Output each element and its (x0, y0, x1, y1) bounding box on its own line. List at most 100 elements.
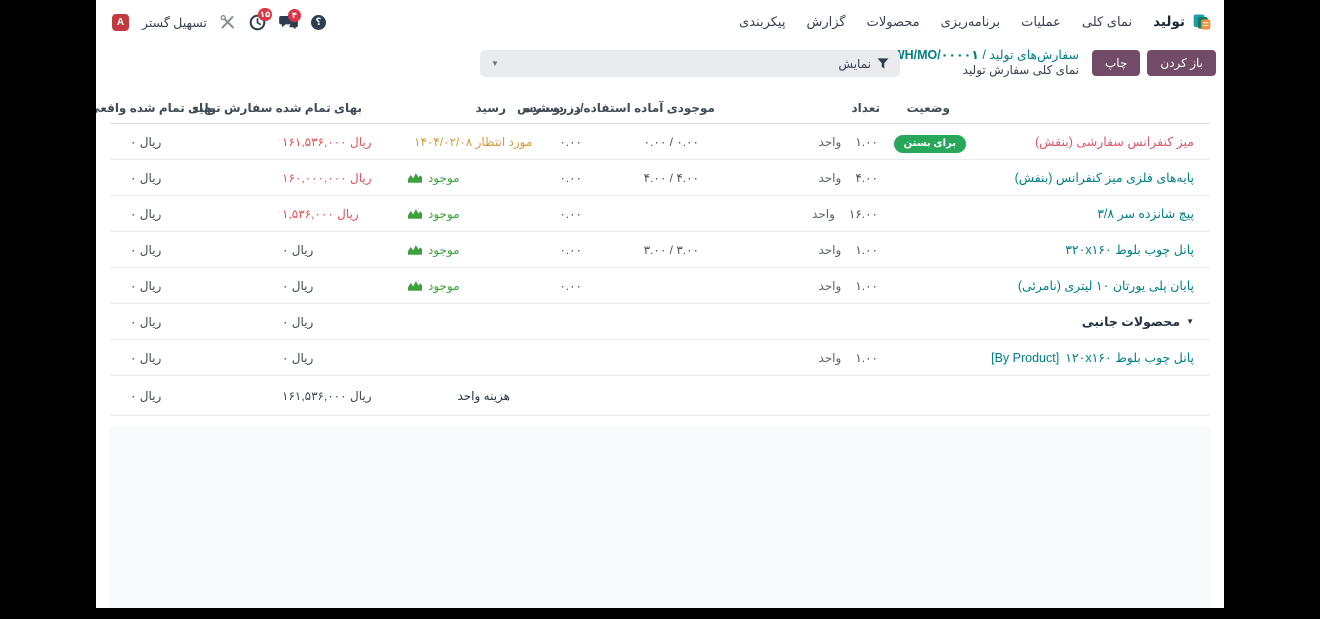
unit-label: واحد (818, 279, 841, 293)
area-chart-icon (408, 244, 422, 255)
menu-overview[interactable]: نمای کلی (1082, 14, 1132, 30)
availability-value: ۴.۰۰ / ۴.۰۰ (595, 171, 745, 185)
breadcrumb: سفارش‌های تولید / WH/MO/۰۰۰۰۱ نمای کلی س… (893, 47, 1079, 79)
activities-clock-icon[interactable]: ۱۵ (249, 14, 266, 31)
header-availability: موجودی آماده استفاده/در دسترس (595, 101, 745, 115)
reserved-value: ۰.۰۰ (520, 171, 595, 185)
app-name[interactable]: توليد (1153, 14, 1185, 30)
receipt-cell: مورد انتظار ۱۴۰۴/۰۲/۰۸ (380, 135, 520, 149)
header-real-cost: بهای تمام شده واقعی (96, 101, 230, 115)
table-row: پایان پلی یورتان ۱۰ لیتری (نامرئی) ۱.۰۰ … (110, 268, 1210, 304)
table-body: میز کنفرانس سفارشی (بنفش) برای بستن ۱.۰۰… (110, 124, 1210, 416)
quantity-value: ۱.۰۰ (855, 135, 878, 149)
receipt-status-link[interactable]: موجود (428, 243, 460, 257)
reserved-value: ۰.۰۰ (520, 279, 595, 293)
mo-cost-value: ۰ ریال (230, 243, 380, 257)
systray: ؟ ۴ ۱۵ (112, 14, 326, 31)
mo-cost-value: ۰ ریال (230, 351, 380, 365)
screen-frame (0, 608, 1320, 619)
product-name-link[interactable]: پیچ شانزده سر ۳/۸ (1097, 206, 1194, 221)
unit-label: واحد (818, 171, 841, 185)
real-cost-value: ۰ ریال (110, 135, 230, 149)
filter-funnel-icon (877, 58, 889, 69)
app-menu-toggle[interactable]: توليد (1153, 12, 1212, 32)
tools-icon[interactable] (220, 14, 236, 30)
help-icon[interactable]: ؟ (311, 15, 326, 30)
breadcrumb-separator: / (982, 48, 985, 62)
real-cost-value: ۰ ریال (110, 171, 230, 185)
real-cost-value: ۰ ریال (110, 351, 230, 365)
reserved-value: ۰.۰۰ (520, 243, 595, 257)
receipt-status-link[interactable]: مورد انتظار ۱۴۰۴/۰۲/۰۸ (414, 135, 532, 149)
mo-overview-table: وضعیت تعداد موجودی آماده استفاده/در دستر… (110, 93, 1210, 416)
unit-label: واحد (812, 207, 835, 221)
table-row: پانل چوب بلوط ۱۲۰x۱۶۰ [By Product] ۱.۰۰ … (110, 340, 1210, 376)
mo-cost-value: ۱,۵۳۶,۰۰۰ ریال (230, 207, 380, 221)
messages-icon[interactable]: ۴ (279, 15, 298, 30)
receipt-status-link[interactable]: موجود (428, 279, 460, 293)
real-cost-value: ۰ ریال (110, 389, 230, 403)
unit-label: واحد (818, 351, 841, 365)
menu-configuration[interactable]: پیکربندی (739, 14, 785, 30)
table-row: میز کنفرانس سفارشی (بنفش) برای بستن ۱.۰۰… (110, 124, 1210, 160)
filter-caret-down-icon[interactable]: ▼ (491, 59, 499, 68)
top-navbar: توليد نمای کلی عملیات برنامه‌ریزی محصولا… (96, 0, 1224, 44)
real-cost-value: ۰ ریال (110, 279, 230, 293)
product-name-link[interactable]: پانل چوب بلوط ۱۲۰x۱۶۰ (1065, 350, 1194, 365)
receipt-cell: موجود (380, 243, 520, 257)
menu-operations[interactable]: عملیات (1021, 14, 1061, 30)
quantity-value: ۴.۰۰ (855, 171, 878, 185)
area-chart-icon (408, 172, 422, 183)
mo-cost-value: ۰ ریال (230, 279, 380, 293)
quantity-value: ۱.۰۰ (855, 243, 878, 257)
page-title: نمای کلی سفارش تولید (893, 63, 1079, 79)
real-cost-value: ۰ ریال (110, 243, 230, 257)
receipt-status-link[interactable]: موجود (428, 171, 460, 185)
reserved-value: ۰.۰۰ (520, 207, 595, 221)
manufacturing-app-icon (1192, 12, 1212, 32)
breadcrumb-parent-link[interactable]: سفارش‌های تولید (989, 48, 1079, 62)
receipt-cell: موجود (380, 207, 520, 221)
menu-planning[interactable]: برنامه‌ریزی (941, 14, 1001, 30)
table-row: پیچ شانزده سر ۳/۸ ۱۶.۰۰ واحد ۰.۰۰ موجود … (110, 196, 1210, 232)
unit-label: واحد (818, 135, 841, 149)
area-chart-icon (408, 280, 422, 291)
header-status: وضعیت (880, 101, 970, 115)
receipt-cell: هزینه واحد (380, 389, 520, 403)
receipt-status-link[interactable]: هزینه واحد (457, 389, 510, 403)
mo-cost-value: ۰ ریال (230, 315, 380, 329)
header-receipt: رسید (380, 101, 520, 115)
table-row: پایه‌های فلزی میز کنفرانس (بنفش) ۴.۰۰ وا… (110, 160, 1210, 196)
mo-cost-value: ۱۶۱,۵۳۶,۰۰۰ ریال (230, 389, 380, 403)
breadcrumb-current: WH/MO/۰۰۰۰۱ (893, 48, 979, 62)
product-name-link[interactable]: پایان پلی یورتان ۱۰ لیتری (نامرئی) (1018, 278, 1194, 293)
product-name-link[interactable]: میز کنفرانس سفارشی (بنفش) (1035, 134, 1194, 149)
mo-cost-value: ۱۶۰,۰۰۰,۰۰۰ ریال (230, 171, 380, 185)
section-caret-icon[interactable]: ▼ (1186, 317, 1194, 326)
mo-cost-value: ۱۶۱,۵۳۶,۰۰۰ ریال (230, 135, 380, 149)
unfold-button[interactable]: باز کردن (1147, 50, 1216, 76)
product-name-link[interactable]: پایه‌های فلزی میز کنفرانس (بنفش) (1015, 170, 1194, 185)
availability-value: ۰.۰۰ / ۰.۰۰ (595, 135, 745, 149)
app-window: توليد نمای کلی عملیات برنامه‌ریزی محصولا… (96, 0, 1224, 608)
menu-products[interactable]: محصولات (867, 14, 920, 30)
quantity-value: ۱.۰۰ (855, 351, 878, 365)
content-background-panel (110, 426, 1210, 608)
user-avatar[interactable]: A (112, 14, 129, 31)
search-filter-bar[interactable]: نمایش ▼ (480, 50, 900, 77)
filter-label: نمایش (838, 57, 871, 71)
area-chart-icon (408, 208, 422, 219)
receipt-status-link[interactable]: موجود (428, 207, 460, 221)
print-button[interactable]: چاپ (1092, 50, 1140, 76)
header-quantity: تعداد (745, 101, 880, 115)
company-name[interactable]: تسهیل گستر (142, 15, 207, 30)
product-name-link[interactable]: پانل چوب بلوط ۳۲۰x۱۶۰ (1065, 242, 1194, 257)
menu-reporting[interactable]: گزارش (806, 14, 845, 30)
status-badge: برای بستن (894, 135, 966, 153)
header-mo-cost: بهای تمام شده سفارش تولید (230, 101, 380, 115)
activity-count-badge: ۱۵ (258, 8, 272, 21)
product-name-link[interactable]: محصولات جانبی (1082, 314, 1180, 329)
header-reserved: رزرو شده (520, 101, 595, 115)
real-cost-value: ۰ ریال (110, 207, 230, 221)
table-header-row: وضعیت تعداد موجودی آماده استفاده/در دستر… (110, 93, 1210, 124)
